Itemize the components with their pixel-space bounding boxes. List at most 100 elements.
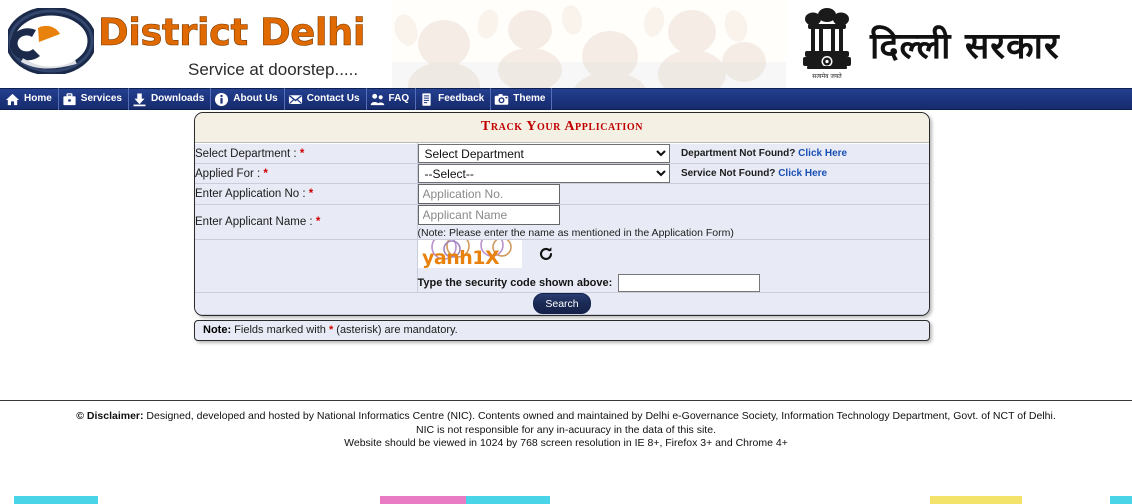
nav-item-feedback[interactable]: Feedback	[416, 88, 492, 110]
label-text: Enter Application No :	[195, 188, 306, 200]
brand-title: District Delhi	[98, 11, 366, 54]
department-click-here-link[interactable]: Click Here	[798, 148, 847, 159]
label-text: Select Department :	[195, 147, 297, 160]
delhi-government-block: सत्यमेव जयते दिल्ली सरकार	[786, 0, 1132, 88]
note-body: Fields marked with	[234, 324, 326, 336]
helper-text: Service Not Found?	[680, 168, 776, 179]
form-row-captcha: yanh1X Type the security code shown abov…	[195, 239, 930, 293]
field-applicant-name: (Note: Please enter the name as mentione…	[417, 204, 929, 240]
form-row-submit: Search	[195, 292, 929, 315]
label-select-department: Select Department : *	[195, 143, 418, 164]
applied-for-select[interactable]: --Select--	[417, 164, 670, 183]
note-suffix: (asterisk) are mandatory.	[336, 324, 458, 336]
nav-item-contact-us[interactable]: Contact Us	[285, 88, 367, 110]
nav-item-services[interactable]: Services	[59, 88, 129, 110]
form-row-applicant-name: Enter Applicant Name : * (Note: Please e…	[195, 204, 929, 240]
required-asterisk: *	[308, 188, 314, 200]
field-captcha: yanh1X Type the security code shown abov…	[417, 239, 930, 293]
footer-line-1: © Disclaimer: Designed, developed and ho…	[0, 410, 1132, 424]
strip-segment-4	[1110, 496, 1132, 504]
service-not-found-note: Service Not Found? Click Here	[681, 168, 827, 179]
note-asterisk: *	[328, 324, 334, 336]
footer-line-3: Website should be viewed in 1024 by 768 …	[344, 437, 788, 449]
captcha-refresh-icon[interactable]	[538, 246, 554, 262]
captcha-prompt-label: Type the security code shown above:	[417, 277, 613, 289]
label-text: Applied For :	[195, 167, 261, 180]
strip-segment-3	[930, 496, 1022, 504]
nav-label: About Us	[233, 93, 278, 104]
nav-item-downloads[interactable]: Downloads	[129, 88, 212, 110]
field-application-no	[417, 183, 929, 205]
strip-segment-2	[466, 496, 550, 504]
govt-name-hindi: दिल्ली सरकार	[870, 25, 1060, 67]
required-asterisk: *	[299, 147, 305, 160]
footer-line-2: NIC is not responsible for any in-acuura…	[416, 423, 716, 436]
form-row-applied-for: Applied For : * --Select-- Service Not F…	[195, 163, 929, 184]
applicant-name-note: (Note: Please enter the name as mentione…	[417, 227, 734, 239]
application-no-input[interactable]	[417, 184, 560, 204]
main-navigation: Home Services Downloads About Us Contact…	[0, 88, 1132, 110]
site-footer: © Disclaimer: Designed, developed and ho…	[0, 410, 1132, 451]
captcha-code-text: yanh1X	[422, 247, 500, 268]
strip-segment-1	[380, 496, 466, 504]
label-captcha-empty	[195, 239, 418, 293]
briefcase-icon	[63, 92, 76, 105]
nav-label: FAQ	[388, 93, 410, 104]
page-title: Track Your Application	[195, 113, 929, 143]
department-select[interactable]: Select Department	[417, 144, 670, 163]
nav-label: Services	[80, 93, 122, 104]
captcha-input[interactable]	[618, 274, 761, 292]
form-row-application-no: Enter Application No : *	[195, 183, 929, 205]
envelope-icon	[288, 94, 302, 104]
nav-item-home[interactable]: Home	[2, 88, 59, 110]
form-row-department: Select Department : * Select Department …	[195, 143, 929, 164]
edistrict-logo-icon	[8, 8, 94, 74]
brand-logo-block[interactable]: District Delhi Service at doorstep.....	[0, 0, 392, 88]
site-header: District Delhi Service at doorstep.....	[0, 0, 1132, 88]
bottom-color-strip	[0, 496, 1132, 504]
nav-label: Theme	[513, 93, 546, 104]
nav-item-about-us[interactable]: About Us	[211, 88, 285, 110]
track-application-form: Select Department : * Select Department …	[195, 143, 929, 315]
track-application-panel: Track Your Application Select Department…	[194, 112, 930, 316]
brand-tagline: Service at doorstep.....	[188, 60, 359, 79]
nav-label: Contact Us	[306, 93, 360, 104]
nav-item-theme[interactable]: Theme	[491, 88, 553, 110]
nav-label: Downloads	[150, 93, 205, 104]
service-click-here-link[interactable]: Click Here	[778, 168, 827, 179]
document-icon	[422, 92, 431, 106]
home-icon	[5, 93, 20, 105]
helper-text: Department Not Found?	[680, 148, 796, 159]
track-application-panel-wrap: Track Your Application Select Department…	[194, 112, 930, 341]
emblem-motto: सत्यमेव जयते	[812, 72, 842, 80]
nav-item-faq[interactable]: FAQ	[367, 88, 417, 110]
strip-segment-0	[14, 496, 98, 504]
required-asterisk: *	[315, 216, 321, 228]
nav-label: Home	[24, 93, 52, 104]
label-text: Enter Applicant Name :	[195, 216, 313, 228]
note-prefix: Note:	[203, 324, 232, 336]
captcha-image: yanh1X	[417, 240, 522, 268]
required-asterisk: *	[263, 167, 268, 180]
captcha-prompt-row: Type the security code shown above:	[418, 274, 930, 292]
department-not-found-note: Department Not Found? Click Here	[681, 148, 847, 159]
header-banner-photo	[392, 0, 786, 88]
ashoka-emblem-icon: सत्यमेव जयते	[803, 8, 851, 80]
label-applied-for: Applied For : *	[195, 163, 418, 184]
applicant-name-input[interactable]	[417, 205, 560, 225]
label-applicant-name: Enter Applicant Name : *	[195, 204, 418, 240]
disclaimer-text: Designed, developed and hosted by Nation…	[143, 410, 1056, 422]
field-applied-for: --Select-- Service Not Found? Click Here	[417, 163, 929, 184]
footer-divider	[0, 400, 1132, 401]
download-icon	[133, 93, 146, 106]
info-icon	[215, 92, 229, 106]
page-body: Track Your Application Select Department…	[0, 110, 1132, 451]
search-button[interactable]: Search	[533, 293, 591, 314]
label-application-no: Enter Application No : *	[195, 183, 418, 205]
submit-cell: Search	[195, 292, 929, 315]
camera-icon	[495, 93, 509, 105]
nav-label: Feedback	[438, 93, 485, 104]
disclaimer-prefix: © Disclaimer:	[76, 410, 144, 422]
field-select-department: Select Department Department Not Found? …	[417, 143, 929, 164]
mandatory-fields-note: Note: Fields marked with * (asterisk) ar…	[194, 320, 930, 341]
